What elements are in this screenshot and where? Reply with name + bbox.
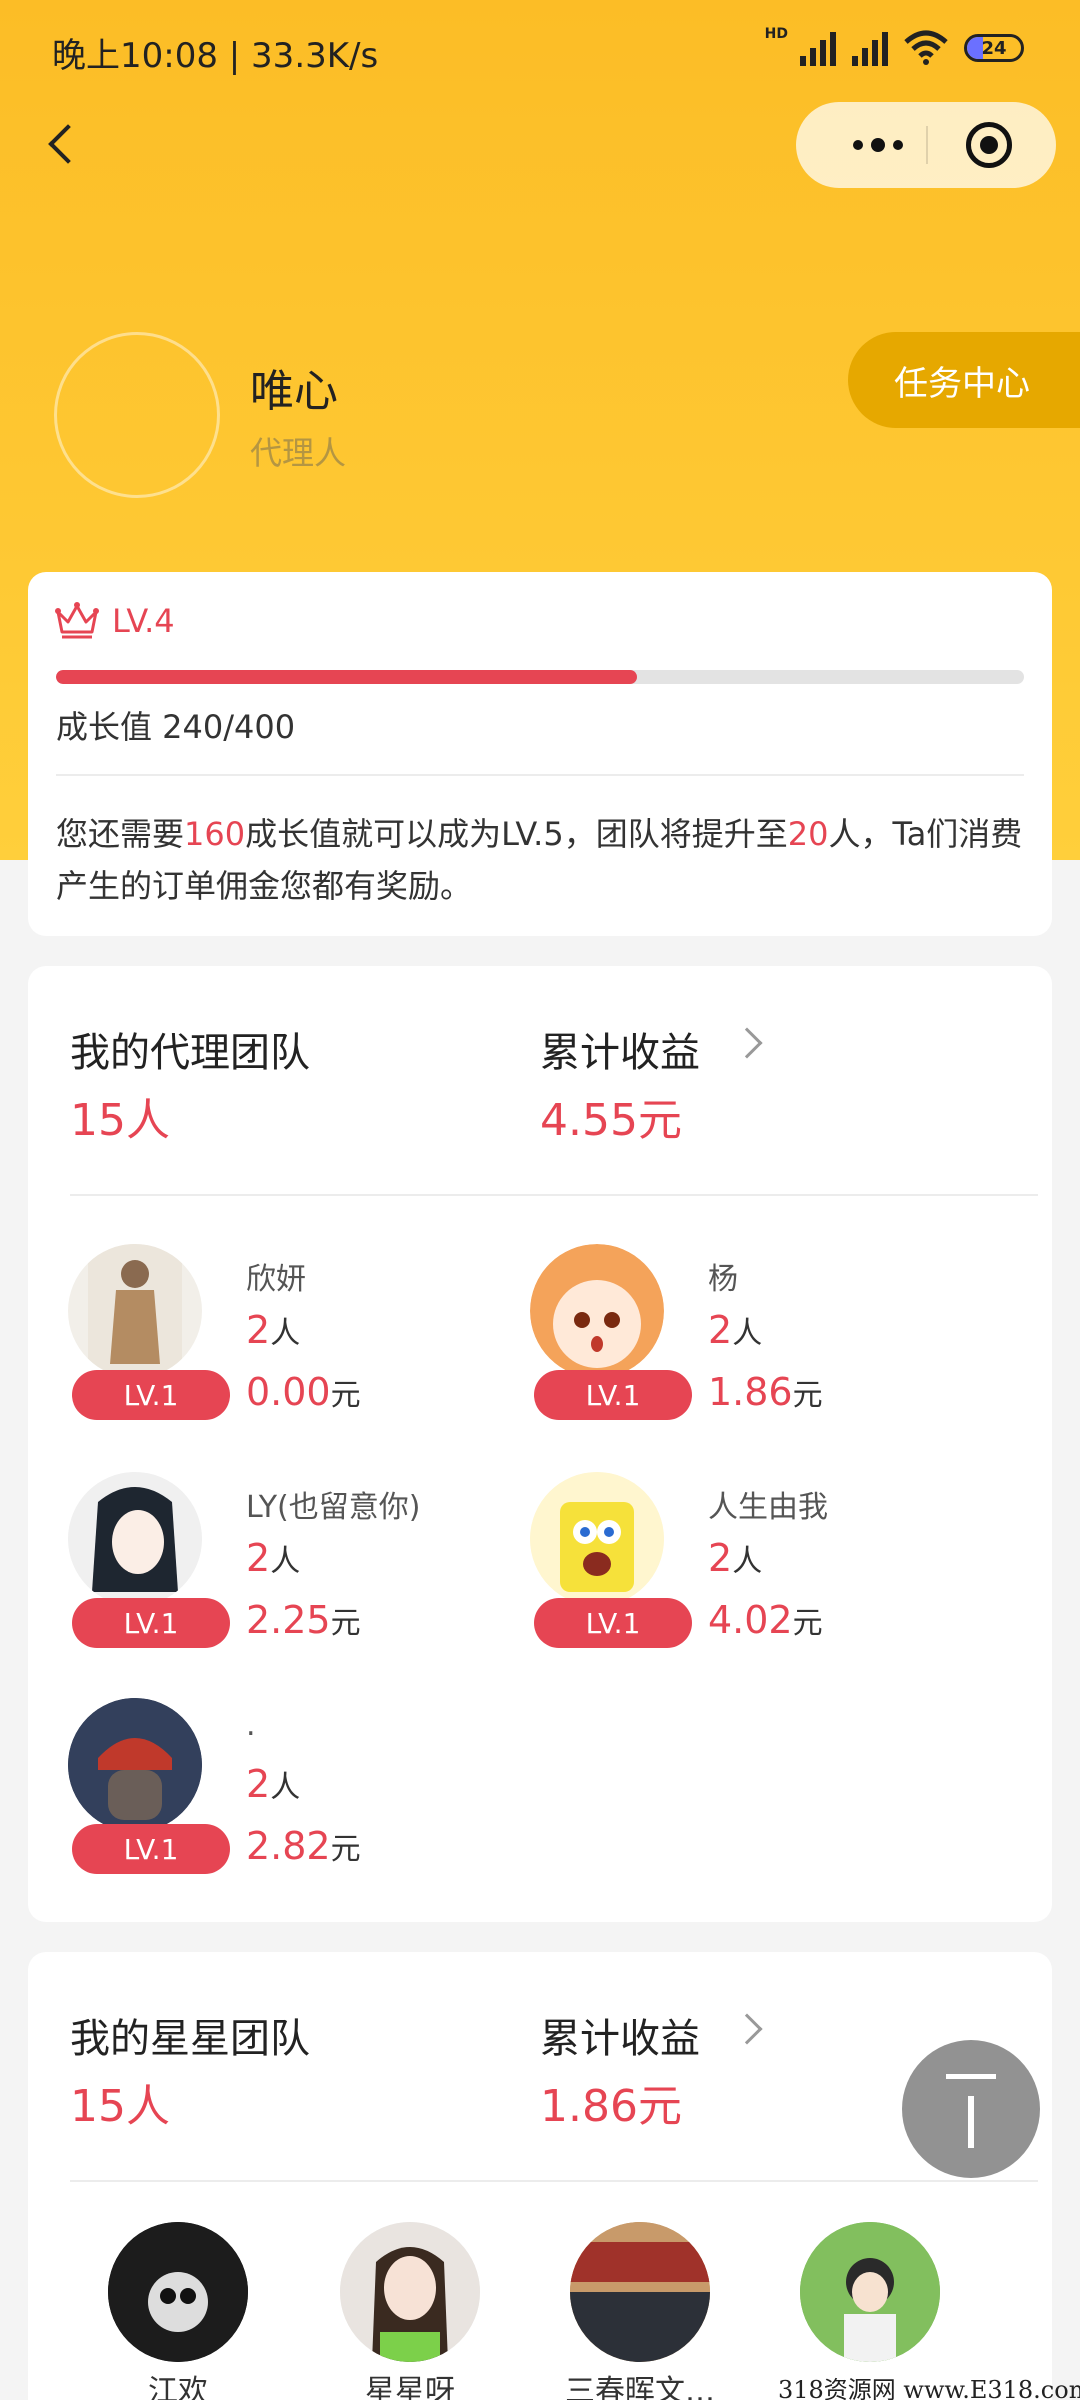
member-earnings: 1.86元 [708,1370,823,1414]
back-to-top-icon[interactable] [902,2040,1040,2178]
member-name: 江欢 [148,2374,208,2400]
member-count: 2人 [246,1536,301,1580]
member-avatar [68,1472,202,1606]
star-member[interactable] [770,2222,970,2382]
agent-earnings-link[interactable]: 累计收益 [540,1020,700,1078]
chevron-right-icon[interactable] [731,2013,763,2045]
member-name: 星星呀 [365,2374,455,2400]
member-card[interactable]: LV.1 . 2人 2.82元 [28,1698,468,1898]
member-card[interactable]: LV.1 LY(也留意你) 2人 2.25元 [28,1472,468,1672]
member-avatar [570,2222,710,2362]
status-bar: 晚上10:08 | 33.3K/s HD 24 [0,0,1080,100]
member-level-badge: LV.1 [72,1370,230,1420]
member-level-badge: LV.1 [534,1370,692,1420]
agent-team-card: 我的代理团队 15人 累计收益 4.55元 LV.1 欣妍 2人 0.00元 L… [28,966,1052,1922]
agent-team-title: 我的代理团队 [70,1030,310,1076]
status-time: 晚上10:08 | 33.3K/s [52,36,379,76]
star-member[interactable]: 江欢 [78,2222,278,2400]
star-earnings-link[interactable]: 累计收益 [540,2006,700,2064]
watermark: 318资源网 www.E318.com [778,2376,1080,2400]
level-card: LV.4 成长值 240/400 您还需要160成长值就可以成为LV.5，团队将… [28,572,1052,936]
member-avatar [108,2222,248,2362]
hd-icon: HD [764,26,788,42]
star-member[interactable]: 星星呀 [310,2222,510,2400]
member-level-badge: LV.1 [534,1598,692,1648]
member-earnings: 2.82元 [246,1824,361,1868]
user-avatar[interactable] [54,332,220,498]
agent-earnings-value: 4.55元 [540,1095,682,1146]
user-name: 唯心 [250,366,338,417]
member-count: 2人 [246,1762,301,1806]
mini-program-capsule [796,102,1056,188]
member-avatar [68,1698,202,1832]
star-earnings-value: 1.86元 [540,2081,682,2132]
member-earnings: 2.25元 [246,1598,361,1642]
member-name: . [246,1708,256,1743]
member-avatar [68,1244,202,1378]
member-avatar [530,1244,664,1378]
star-team-count: 15人 [70,2081,170,2132]
more-dots-icon[interactable] [832,102,924,188]
member-card[interactable]: LV.1 人生由我 2人 4.02元 [490,1472,930,1672]
wifi-icon [904,30,948,65]
member-earnings: 4.02元 [708,1598,823,1642]
growth-progress-bar [56,670,1024,684]
member-name: 人生由我 [708,1490,828,1525]
member-name: LY(也留意你) [246,1490,421,1525]
member-card[interactable]: LV.1 欣妍 2人 0.00元 [28,1244,468,1444]
member-count: 2人 [708,1308,763,1352]
member-level-badge: LV.1 [72,1598,230,1648]
back-arrow-icon[interactable] [40,112,80,172]
level-label: LV.4 [112,602,175,640]
target-icon[interactable] [966,122,1012,168]
growth-value: 成长值 240/400 [56,708,296,746]
agent-team-count: 15人 [70,1095,170,1146]
member-count: 2人 [246,1308,301,1352]
cell-signal-icon [800,30,836,66]
member-name: 杨 [708,1262,738,1297]
battery-icon: 24 [964,34,1024,62]
user-role: 代理人 [250,434,347,472]
member-avatar [340,2222,480,2362]
member-count: 2人 [708,1536,763,1580]
crown-icon [55,602,99,639]
task-center-button[interactable]: 任务中心 [848,332,1080,428]
growth-progress-fill [56,670,637,684]
chevron-right-icon[interactable] [731,1027,763,1059]
star-team-title: 我的星星团队 [70,2016,310,2062]
member-card[interactable]: LV.1 杨 2人 1.86元 [490,1244,930,1444]
star-team-card: 我的星星团队 15人 累计收益 1.86元 江欢 星星呀 三春晖文… [28,1952,1052,2400]
level-hint: 您还需要160成长值就可以成为LV.5，团队将提升至20人，Ta们消费产生的订单… [56,815,1023,905]
member-level-badge: LV.1 [72,1824,230,1874]
star-member[interactable]: 三春晖文… [540,2222,740,2400]
member-name: 欣妍 [246,1262,306,1297]
member-avatar [530,1472,664,1606]
cell-signal-2-icon [852,30,888,66]
member-earnings: 0.00元 [246,1370,361,1414]
member-name: 三春晖文… [565,2374,715,2400]
member-avatar [800,2222,940,2362]
